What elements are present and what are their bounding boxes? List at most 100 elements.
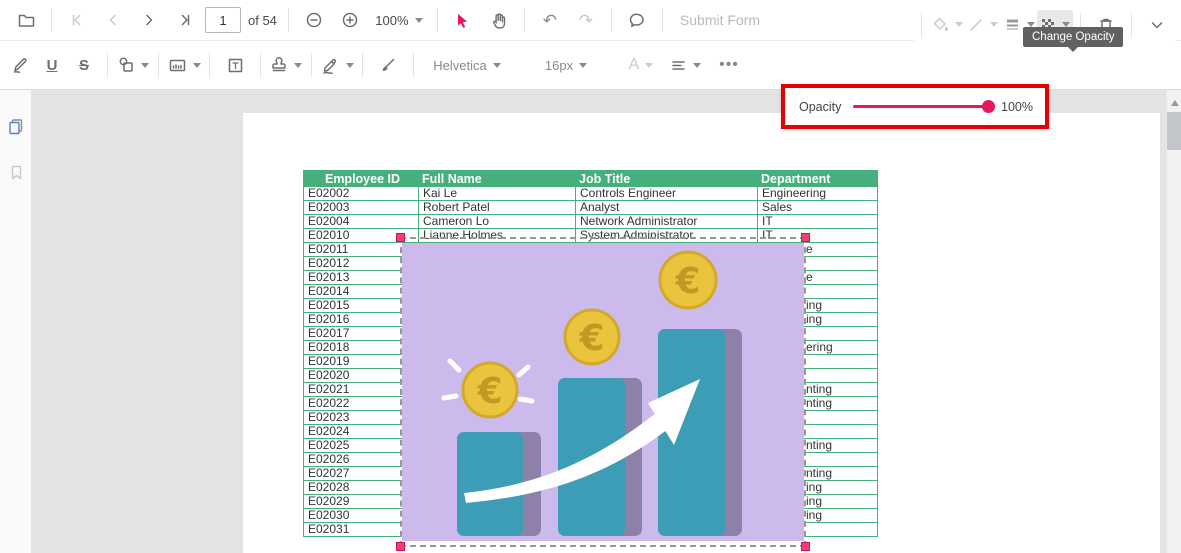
font-color-dropdown[interactable]: A <box>623 50 659 80</box>
strikethrough-icon: S <box>79 57 89 74</box>
divider <box>51 8 52 32</box>
divider <box>158 53 159 77</box>
open-file-button[interactable] <box>8 5 44 35</box>
comment-button[interactable] <box>619 5 655 35</box>
table-cell: Analyst <box>576 201 758 215</box>
pdf-editor-app: of 54 100% ↶ ↷ Submit Form <box>0 0 1181 553</box>
prev-page-button[interactable] <box>95 5 131 35</box>
strikethrough-button[interactable]: S <box>68 50 100 80</box>
chevron-down-icon <box>990 22 998 27</box>
divider <box>107 53 108 77</box>
opacity-slider-thumb[interactable] <box>982 100 995 113</box>
resize-handle-bottom-right[interactable] <box>801 542 810 551</box>
zoom-level-dropdown[interactable]: 100% <box>368 5 430 35</box>
page-number-input[interactable] <box>205 7 241 33</box>
table-header-row: Employee IDFull NameJob TitleDepartment <box>304 171 878 187</box>
table-row: E02002Kai LeControls EngineerEngineering <box>304 187 878 201</box>
next-page-button[interactable] <box>131 5 167 35</box>
chevron-left-icon <box>105 12 121 28</box>
pdf-page[interactable]: Employee IDFull NameJob TitleDepartment … <box>243 113 1160 553</box>
insert-image-dropdown[interactable] <box>166 50 202 80</box>
opacity-value: 100% <box>1001 100 1033 114</box>
shapes-dropdown[interactable] <box>115 50 151 80</box>
page-thumbnails-button[interactable] <box>0 110 32 142</box>
stamp-icon <box>270 56 288 74</box>
speech-bubble-icon <box>627 11 646 30</box>
first-page-button[interactable] <box>59 5 95 35</box>
divider <box>437 8 438 32</box>
inserted-image-overlay[interactable]: € € € <box>400 237 806 547</box>
zoom-out-button[interactable] <box>296 5 332 35</box>
table-cell: Robert Patel <box>419 201 576 215</box>
format-toolbar: U S <box>0 41 1181 90</box>
zoom-in-icon <box>341 11 359 29</box>
pencil-icon <box>11 56 29 74</box>
resize-handle-bottom-left[interactable] <box>396 542 405 551</box>
redo-icon: ↷ <box>579 12 593 29</box>
chevron-down-icon <box>955 22 963 27</box>
undo-button[interactable]: ↶ <box>532 5 568 35</box>
text-box-icon <box>226 56 245 75</box>
divider <box>921 13 922 37</box>
divider <box>611 8 612 32</box>
first-page-icon <box>69 12 85 28</box>
text-align-dropdown[interactable] <box>667 50 703 80</box>
text-box-button[interactable] <box>217 50 253 80</box>
undo-icon: ↶ <box>543 12 557 29</box>
chevron-down-icon <box>645 63 653 68</box>
opacity-panel: Opacity 100% <box>781 84 1049 129</box>
thickness-icon <box>1004 16 1021 33</box>
table-cell: Sales <box>758 201 878 215</box>
column-header: Job Title <box>576 171 758 187</box>
highlight-pen-button[interactable] <box>4 50 36 80</box>
hand-tool-button[interactable] <box>481 5 517 35</box>
font-family-dropdown[interactable]: Helvetica <box>421 50 513 80</box>
vertical-scrollbar[interactable] <box>1166 90 1181 553</box>
signature-dropdown[interactable] <box>319 50 355 80</box>
paint-bucket-icon <box>931 16 949 34</box>
stamp-dropdown[interactable] <box>268 50 304 80</box>
bookmark-icon <box>8 164 25 181</box>
line-icon <box>968 17 984 33</box>
align-lines-icon <box>670 57 687 74</box>
divider <box>288 8 289 32</box>
font-family-value: Helvetica <box>433 58 486 73</box>
scroll-up-arrow-icon[interactable] <box>1171 100 1179 106</box>
page-count-label: of 54 <box>248 13 277 28</box>
zoom-in-button[interactable] <box>332 5 368 35</box>
chevron-right-icon <box>141 12 157 28</box>
stroke-color-dropdown[interactable] <box>965 10 1001 40</box>
folder-icon <box>17 11 36 30</box>
font-size-dropdown[interactable]: 16px <box>535 50 597 80</box>
chevron-down-icon <box>579 63 587 68</box>
redo-button[interactable]: ↷ <box>568 5 604 35</box>
fill-color-dropdown[interactable] <box>929 10 965 40</box>
column-header: Full Name <box>419 171 576 187</box>
select-tool-button[interactable] <box>445 5 481 35</box>
chevron-down-icon <box>493 63 501 68</box>
table-cell: Cameron Lo <box>419 215 576 229</box>
resize-handle-top-right[interactable] <box>801 233 810 242</box>
hand-icon <box>489 11 508 30</box>
bookmarks-button[interactable] <box>0 156 32 188</box>
image-icon <box>168 56 187 75</box>
submit-form-label: Submit Form <box>680 12 760 28</box>
divider <box>209 53 210 77</box>
zoom-level-value: 100% <box>375 13 408 28</box>
opacity-slider[interactable] <box>853 105 989 108</box>
table-row: E02004Cameron LoNetwork AdministratorIT <box>304 215 878 229</box>
resize-handle-top-left[interactable] <box>396 233 405 242</box>
table-cell: E02004 <box>304 215 419 229</box>
underline-icon: U <box>47 57 58 74</box>
divider <box>1131 13 1132 37</box>
more-options-button[interactable]: ••• <box>711 50 747 80</box>
column-header: Department <box>758 171 878 187</box>
scrollbar-thumb[interactable] <box>1167 112 1181 150</box>
underline-button[interactable]: U <box>36 50 68 80</box>
chevron-down-icon <box>294 63 302 68</box>
last-page-button[interactable] <box>167 5 203 35</box>
left-sidebar <box>0 90 32 553</box>
collapse-toolbar-button[interactable] <box>1139 10 1175 40</box>
selection-border <box>400 237 806 547</box>
freehand-draw-button[interactable] <box>370 50 406 80</box>
